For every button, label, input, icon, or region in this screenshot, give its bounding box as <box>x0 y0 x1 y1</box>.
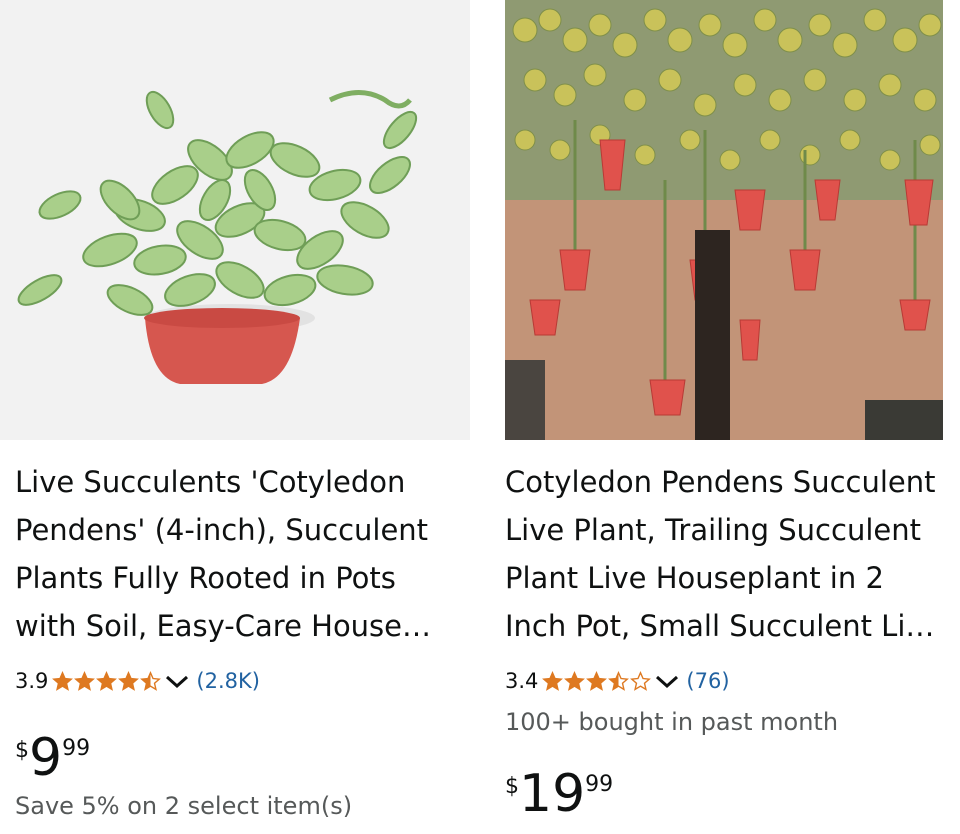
review-count-link[interactable]: (76) <box>686 669 729 693</box>
rating-row[interactable]: 3.4 (76) <box>505 666 730 696</box>
star-full-icon <box>118 670 140 691</box>
product-title[interactable]: Live Succulents 'Cotyledon Pendens' (4-i… <box>15 458 455 650</box>
price[interactable]: $ 9 99 <box>15 728 90 788</box>
star-full-icon <box>52 670 74 691</box>
promo-text: Save 5% on 2 select item(s) <box>15 792 353 820</box>
trailing-succulent-illustration <box>505 0 943 440</box>
rating-value: 3.4 <box>505 669 539 693</box>
price-symbol: $ <box>505 774 519 799</box>
star-full-icon <box>564 670 586 691</box>
star-empty-icon <box>630 670 652 691</box>
product-image[interactable] <box>0 0 470 440</box>
price-fraction: 99 <box>62 736 91 761</box>
product-card[interactable]: Cotyledon Pendens Succulent Live Plant, … <box>490 0 960 834</box>
chevron-down-icon[interactable] <box>164 671 190 691</box>
star-rating[interactable] <box>542 670 652 692</box>
star-full-icon <box>74 670 96 691</box>
product-image[interactable] <box>505 0 943 440</box>
product-grid: Live Succulents 'Cotyledon Pendens' (4-i… <box>0 0 960 834</box>
product-card[interactable]: Live Succulents 'Cotyledon Pendens' (4-i… <box>0 0 470 834</box>
rating-value: 3.9 <box>15 669 49 693</box>
product-title[interactable]: Cotyledon Pendens Succulent Live Plant, … <box>505 458 945 650</box>
rating-row[interactable]: 3.9 (2.8K) <box>15 666 260 696</box>
review-count-link[interactable]: (2.8K) <box>196 669 260 693</box>
chevron-down-icon[interactable] <box>654 671 680 691</box>
price[interactable]: $ 19 99 <box>505 764 613 824</box>
price-whole: 19 <box>519 764 586 824</box>
price-whole: 9 <box>29 728 63 788</box>
star-rating[interactable] <box>52 670 162 692</box>
star-full-icon <box>586 670 608 691</box>
bought-count: 100+ bought in past month <box>505 708 839 736</box>
star-full-icon <box>542 670 564 691</box>
star-half-icon <box>140 670 162 691</box>
star-full-icon <box>96 670 118 691</box>
price-fraction: 99 <box>585 772 614 797</box>
price-symbol: $ <box>15 738 29 763</box>
star-half-icon <box>608 670 630 691</box>
succulent-pot-illustration <box>0 0 470 440</box>
